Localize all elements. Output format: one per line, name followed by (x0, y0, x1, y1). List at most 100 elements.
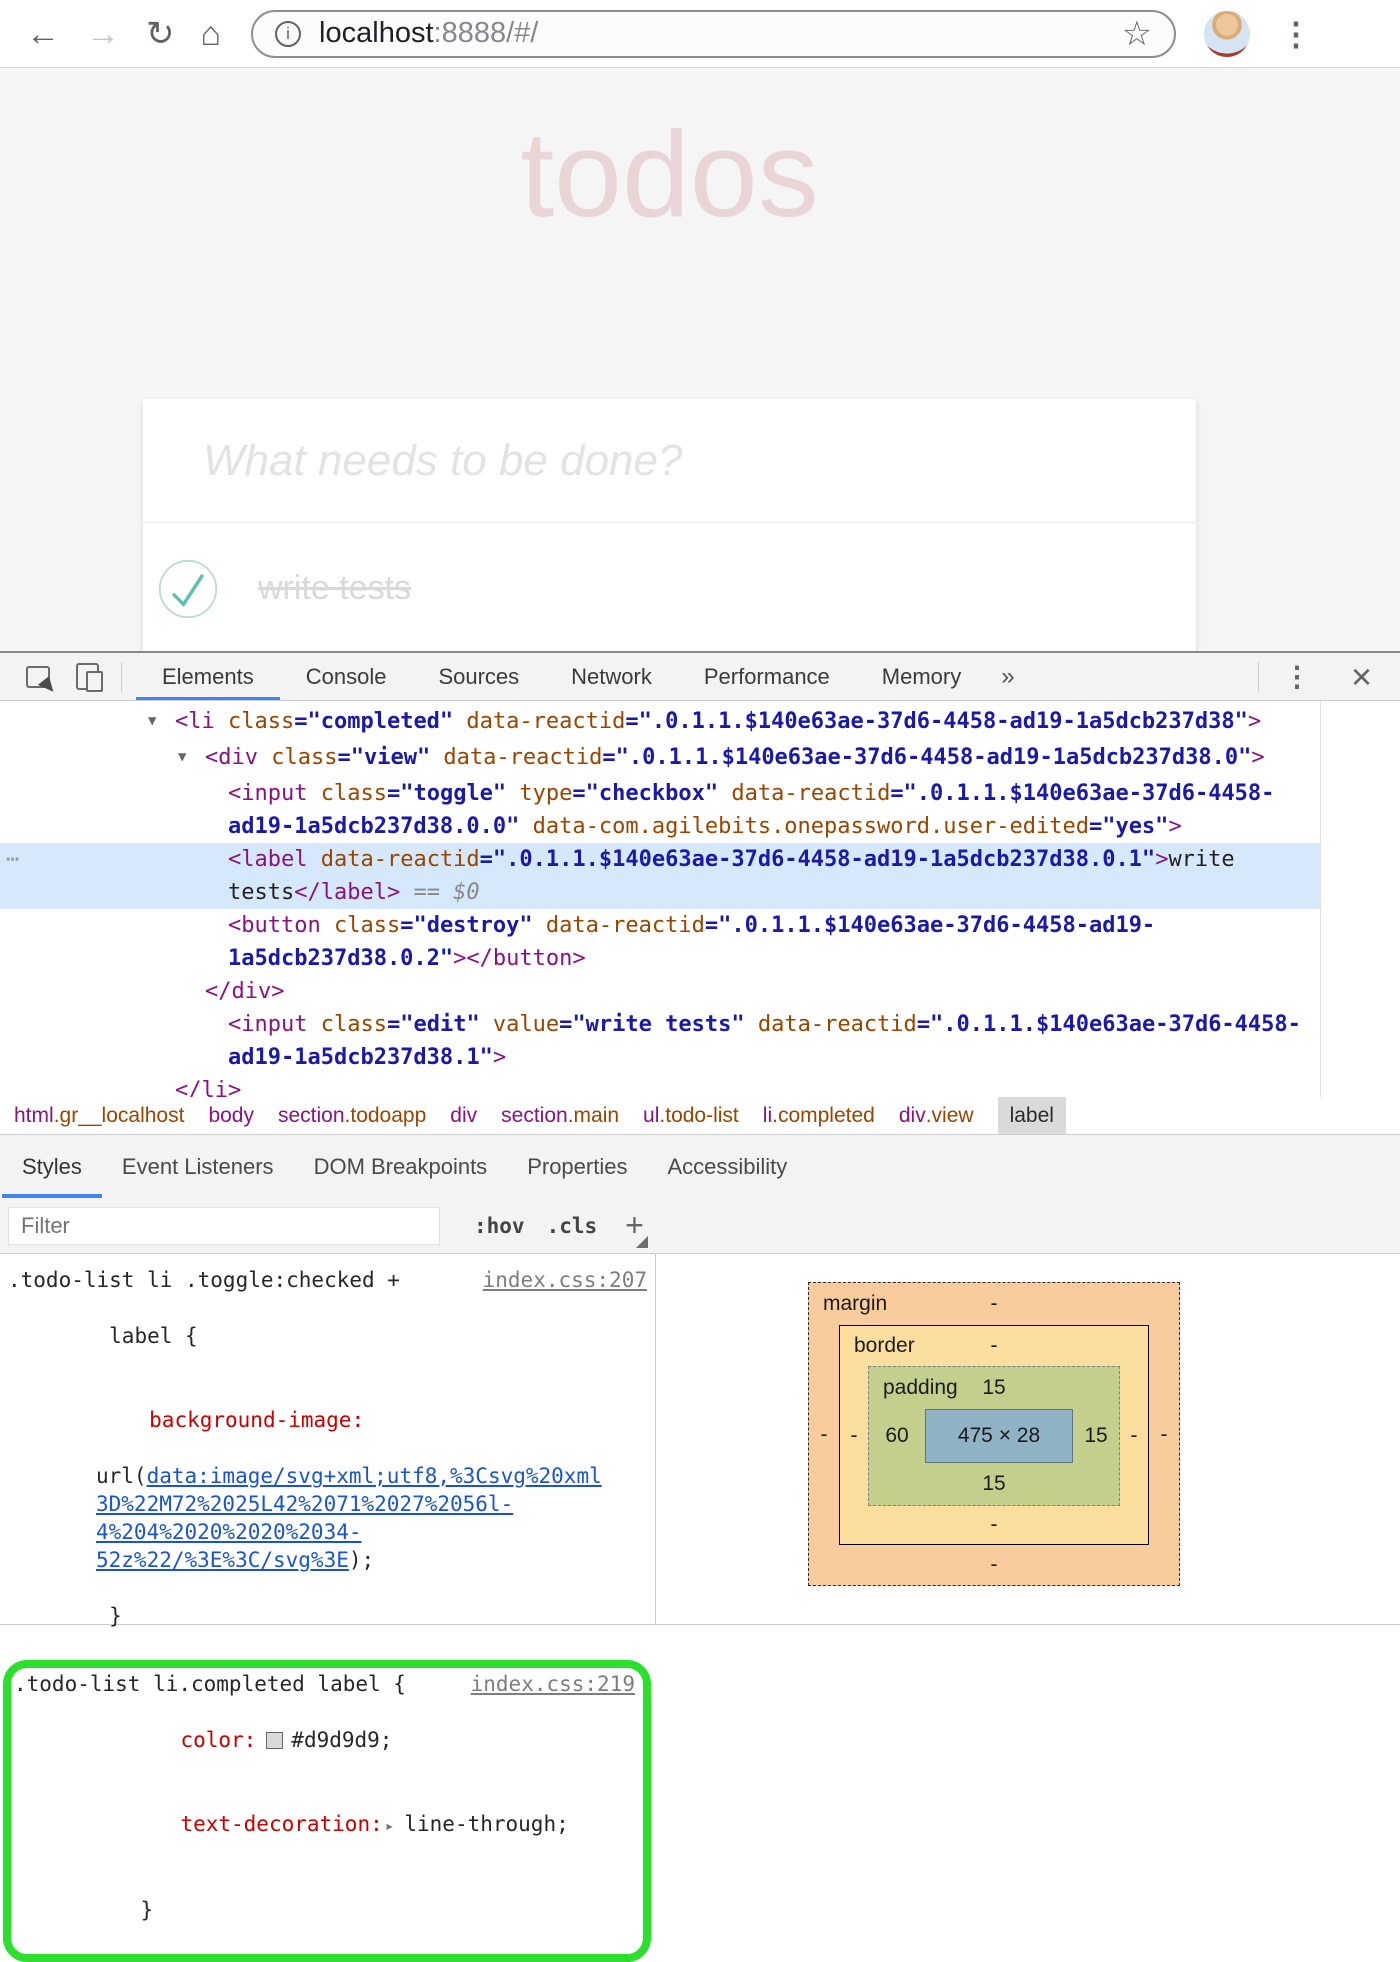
devtools-tab-console[interactable]: Console (280, 653, 413, 700)
css-property[interactable]: background-image: (8, 1378, 647, 1462)
dom-tree-row[interactable]: <input class="toggle" type="checkbox" da… (0, 777, 1320, 810)
more-actions-icon[interactable]: ⋯ (6, 843, 19, 876)
css-property-text-decoration[interactable]: text-decoration:▸line-through; (14, 1782, 635, 1868)
dom-tree-row[interactable]: ⋯<label data-reactid=".0.1.1.$140e63ae-3… (0, 843, 1320, 876)
back-icon[interactable]: ← (26, 17, 60, 51)
data-url-link[interactable]: 52z%22/%3E%3C/svg%3E (96, 1548, 349, 1572)
css-value-url: 4%204%2020%2020%2034- (8, 1518, 647, 1546)
dom-tree-row[interactable]: 1a5dcb237d38.0.2"></button> (0, 942, 1320, 975)
dom-tree-row[interactable]: </li> (0, 1074, 1320, 1097)
css-rule-1-close: } (8, 1574, 647, 1658)
code-token: write (1168, 847, 1234, 872)
crumb-class: .completed (772, 1104, 875, 1128)
breadcrumb-item-body[interactable]: body (208, 1097, 254, 1134)
address-bar[interactable]: i localhost :8888/#/ ☆ (251, 10, 1176, 58)
stylesheet-link[interactable]: index.css:207 (483, 1266, 647, 1294)
code-token: <button (228, 913, 321, 938)
breadcrumb-item-ul[interactable]: ul.todo-list (643, 1097, 739, 1134)
padding-bottom-value[interactable]: 15 (869, 1463, 1119, 1505)
forward-icon[interactable]: → (86, 17, 120, 51)
dom-tree-line: <label data-reactid=".0.1.1.$140e63ae-37… (0, 843, 1235, 876)
dom-tree-row[interactable]: <button class="destroy" data-reactid=".0… (0, 909, 1320, 942)
devtools-tab-network[interactable]: Network (545, 653, 678, 700)
dom-tree-row[interactable]: ▼<li class="completed" data-reactid=".0.… (0, 705, 1320, 741)
dom-tree-row[interactable]: ad19-1a5dcb237d38.0.0" data-com.agilebit… (0, 810, 1320, 843)
breadcrumb-item-section[interactable]: section.todoapp (278, 1097, 426, 1134)
css-value-url: url(data:image/svg+xml;utf8,%3Csvg%20xml (8, 1462, 647, 1490)
color-swatch[interactable] (266, 1732, 283, 1749)
css-property-color[interactable]: color:#d9d9d9; (14, 1698, 635, 1782)
devtools-tab-sources[interactable]: Sources (412, 653, 545, 700)
devtools-menu-icon[interactable]: ⋮ (1258, 662, 1335, 692)
box-model-margin[interactable]: margin - - border - - (808, 1282, 1180, 1586)
styles-filter-input[interactable] (8, 1207, 440, 1245)
reload-icon[interactable]: ↻ (146, 17, 175, 51)
devtools-tab-memory[interactable]: Memory (856, 653, 987, 700)
margin-bottom-value[interactable]: - (809, 1545, 1179, 1585)
profile-avatar[interactable] (1204, 11, 1250, 57)
inspect-element-icon[interactable] (26, 666, 50, 688)
crumb-tag: label (1010, 1104, 1054, 1128)
breadcrumb-item-section[interactable]: section.main (501, 1097, 619, 1134)
sidebar-tab-dom-breakpoints[interactable]: DOM Breakpoints (294, 1135, 508, 1198)
dom-tree-row[interactable]: tests</label> == $0 (0, 876, 1320, 909)
browser-menu-icon[interactable]: ⋮ (1280, 15, 1312, 53)
sidebar-tab-accessibility[interactable]: Accessibility (647, 1135, 807, 1198)
class-toggle[interactable]: .cls (547, 1214, 598, 1238)
device-toolbar-icon[interactable] (76, 663, 99, 690)
toggle-checkbox-icon[interactable] (158, 559, 218, 619)
devtools-tab-elements[interactable]: Elements (136, 653, 280, 700)
devtools-tab-performance[interactable]: Performance (678, 653, 856, 700)
border-left-value[interactable]: - (840, 1424, 868, 1448)
padding-right-value[interactable]: 15 (1073, 1424, 1119, 1448)
breadcrumb-item-label[interactable]: label (998, 1097, 1066, 1134)
stylesheet-link[interactable]: index.css:219 (471, 1670, 635, 1698)
dom-tree-line: <input class="edit" value="write tests" … (0, 1008, 1301, 1041)
home-icon[interactable]: ⌂ (201, 17, 222, 51)
more-tabs-icon[interactable]: » (987, 663, 1028, 691)
todo-item-row: write tests (143, 522, 1196, 651)
breadcrumb-item-div[interactable]: div (450, 1097, 477, 1134)
box-model-content[interactable]: 475 × 28 (925, 1409, 1073, 1463)
data-url-link[interactable]: data:image/svg+xml;utf8,%3Csvg%20xml (147, 1464, 602, 1488)
margin-right-value[interactable]: - (1149, 1423, 1179, 1447)
breadcrumb-item-div[interactable]: div.view (899, 1097, 974, 1134)
dom-tree-row[interactable]: ad19-1a5dcb237d38.1"> (0, 1041, 1320, 1074)
scrollbar-gutter[interactable] (1320, 701, 1399, 1097)
dom-tree-line: ad19-1a5dcb237d38.0.0" data-com.agilebit… (0, 810, 1182, 843)
code-token: ="checkbox" (572, 781, 718, 806)
dom-tree-row[interactable]: ▼<div class="view" data-reactid=".0.1.1.… (0, 741, 1320, 777)
sidebar-tab-event-listeners[interactable]: Event Listeners (102, 1135, 294, 1198)
page-info-icon[interactable]: i (275, 21, 301, 47)
todo-label[interactable]: write tests (258, 569, 411, 608)
css-value-url: 52z%22/%3E%3C/svg%3E); (8, 1546, 647, 1574)
devtools-tab-strip: ElementsConsoleSourcesNetworkPerformance… (136, 653, 987, 700)
border-right-value[interactable]: - (1120, 1424, 1148, 1448)
dom-tree-row[interactable]: <input class="edit" value="write tests" … (0, 1008, 1320, 1041)
border-bottom-value[interactable]: - (840, 1506, 1148, 1544)
sidebar-tab-styles[interactable]: Styles (2, 1135, 102, 1198)
devtools-close-icon[interactable]: × (1335, 656, 1400, 698)
bookmark-star-icon[interactable]: ☆ (1122, 14, 1152, 54)
browser-toolbar: ← → ↻ ⌂ i localhost :8888/#/ ☆ ⋮ (0, 0, 1400, 68)
data-url-link[interactable]: 4%204%2020%2020%2034- (96, 1520, 362, 1544)
border-top-value[interactable]: - (991, 1334, 998, 1358)
breadcrumb-item-li[interactable]: li.completed (763, 1097, 875, 1134)
hover-state-toggle[interactable]: :hov (474, 1214, 525, 1238)
code-token: =".0.1.1.$140e63ae-37d6-4458-ad19-1a5dcb… (480, 847, 1156, 872)
margin-left-value[interactable]: - (809, 1423, 839, 1447)
selector-text: label { (109, 1324, 198, 1348)
breadcrumb-item-html[interactable]: html.gr__localhost (14, 1097, 184, 1134)
margin-top-value[interactable]: - (991, 1292, 998, 1316)
expand-value-icon[interactable]: ▸ (385, 1816, 395, 1835)
new-todo-input[interactable] (143, 399, 1196, 522)
box-model-padding[interactable]: padding 15 60 475 × 28 15 (868, 1366, 1120, 1506)
data-url-link[interactable]: 3D%22M72%2025L42%2071%2027%2056l- (96, 1492, 513, 1516)
padding-top-value[interactable]: 15 (982, 1376, 1005, 1400)
dom-tree-row[interactable]: </div> (0, 975, 1320, 1008)
crumb-tag: div (899, 1104, 926, 1128)
sidebar-tab-properties[interactable]: Properties (507, 1135, 647, 1198)
padding-left-value[interactable]: 60 (869, 1424, 925, 1448)
code-token: class (321, 913, 400, 938)
box-model-border[interactable]: border - - padding 15 (839, 1325, 1149, 1545)
